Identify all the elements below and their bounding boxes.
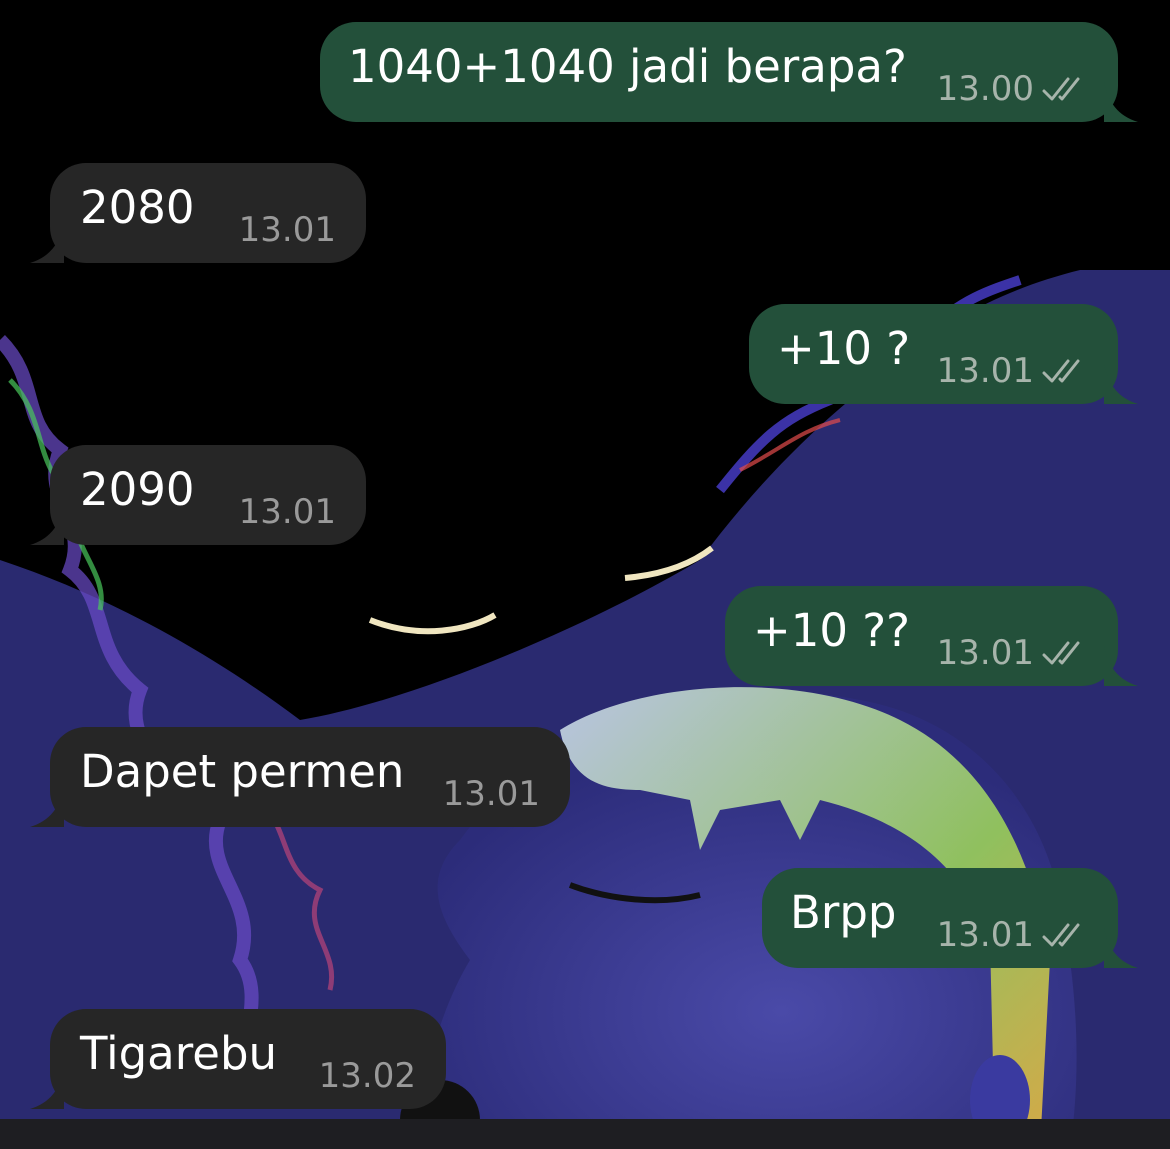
bubble-tail [1104, 364, 1138, 404]
message-meta: 13.01 [239, 495, 336, 529]
message-meta: 13.01 [937, 354, 1088, 388]
message-time: 13.02 [318, 1056, 416, 1096]
message-text: 2090 [80, 463, 195, 516]
message-text: 1040+1040 jadi berapa? [348, 40, 907, 93]
message-meta: 13.01 [239, 213, 336, 247]
message-time: 13.01 [936, 351, 1034, 391]
message-bubble-outgoing[interactable]: 1040+1040 jadi berapa? 13.00 [320, 22, 1138, 122]
bubble-tail [30, 223, 64, 263]
message-text: Dapet permen [80, 745, 405, 798]
double-check-icon [1042, 77, 1080, 101]
message-time: 13.01 [936, 633, 1034, 673]
message-time: 13.01 [442, 774, 540, 814]
message-bubble-outgoing[interactable]: Brpp 13.01 [762, 868, 1138, 968]
message-bubble-incoming[interactable]: 2080 13.01 [30, 163, 366, 263]
message-text: +10 ? [777, 322, 911, 375]
message-text: Brpp [790, 886, 897, 939]
message-bubble-incoming[interactable]: Tigarebu 13.02 [30, 1009, 446, 1109]
message-meta: 13.01 [443, 777, 540, 811]
message-bubble-outgoing[interactable]: +10 ?? 13.01 [725, 586, 1138, 686]
message-text: +10 ?? [753, 604, 911, 657]
message-text: 2080 [80, 181, 195, 234]
bubble-tail [30, 787, 64, 827]
bubble-tail [1104, 928, 1138, 968]
message-bubble-outgoing[interactable]: +10 ? 13.01 [749, 304, 1138, 404]
message-time: 13.01 [936, 915, 1034, 955]
bubble-tail [30, 505, 64, 545]
message-meta: 13.02 [319, 1059, 416, 1093]
message-bubble-incoming[interactable]: 2090 13.01 [30, 445, 366, 545]
message-time: 13.01 [238, 492, 336, 532]
message-text: Tigarebu [80, 1027, 278, 1080]
double-check-icon [1042, 359, 1080, 383]
message-bubble-incoming[interactable]: Dapet permen 13.01 [30, 727, 570, 827]
bottom-bar [0, 1119, 1170, 1149]
message-meta: 13.01 [937, 918, 1088, 952]
message-meta: 13.01 [937, 636, 1088, 670]
bubble-tail [1104, 646, 1138, 686]
message-time: 13.00 [936, 69, 1034, 109]
double-check-icon [1042, 641, 1080, 665]
bubble-tail [1104, 82, 1138, 122]
message-time: 13.01 [238, 210, 336, 250]
message-meta: 13.00 [937, 72, 1088, 106]
bubble-tail [30, 1069, 64, 1109]
double-check-icon [1042, 923, 1080, 947]
